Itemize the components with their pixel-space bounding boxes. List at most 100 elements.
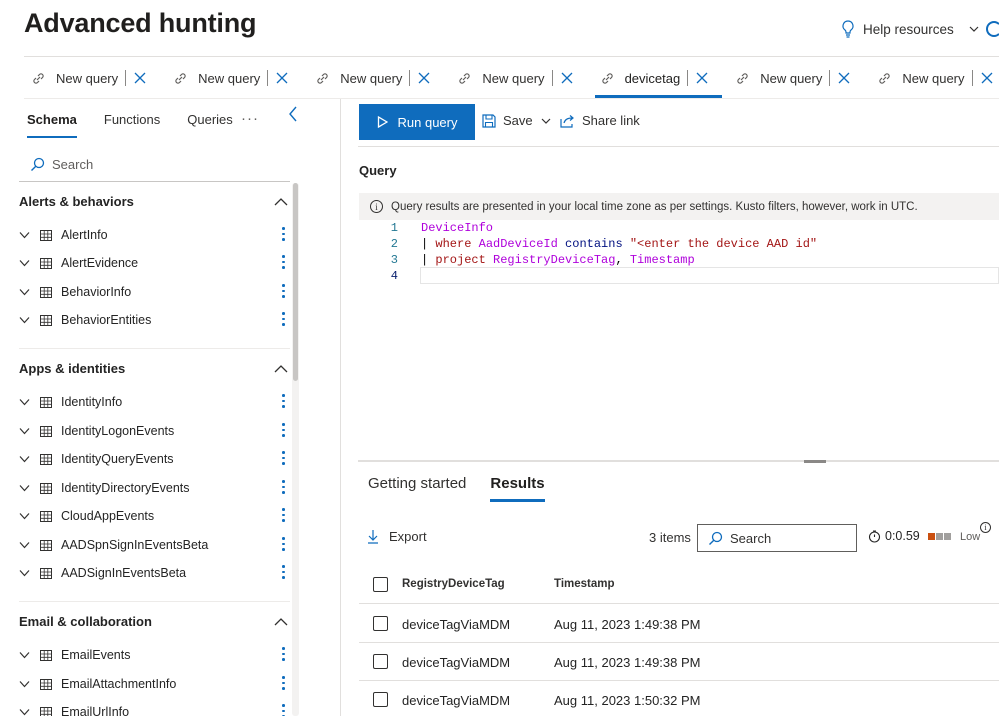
- chevron-down-icon[interactable]: [19, 316, 30, 324]
- more-vertical-icon[interactable]: [282, 537, 285, 552]
- row-checkbox[interactable]: [373, 692, 388, 707]
- close-icon[interactable]: [134, 72, 146, 84]
- more-vertical-icon[interactable]: [282, 255, 285, 270]
- more-vertical-icon[interactable]: [282, 704, 285, 716]
- more-vertical-icon[interactable]: [282, 394, 285, 409]
- query-tab[interactable]: New query: [308, 60, 450, 96]
- save-button[interactable]: Save: [482, 113, 552, 128]
- more-vertical-icon[interactable]: [282, 227, 285, 242]
- play-icon: [377, 116, 388, 128]
- more-vertical-icon[interactable]: [282, 451, 285, 466]
- info-icon[interactable]: i: [980, 522, 991, 533]
- chevron-left-icon[interactable]: [287, 106, 299, 122]
- chevron-down-icon[interactable]: [19, 680, 30, 688]
- line-number: 2: [390, 237, 398, 251]
- tab-functions[interactable]: Functions: [104, 112, 160, 136]
- code-token: project: [435, 253, 494, 267]
- scrollbar-thumb[interactable]: [293, 183, 298, 381]
- duration-value: 0:0.59: [885, 529, 920, 543]
- section-alerts-behaviors[interactable]: Alerts & behaviors: [19, 194, 288, 209]
- chevron-down-icon[interactable]: [19, 708, 30, 716]
- chevron-down-icon[interactable]: [19, 541, 30, 549]
- tab-results[interactable]: Results: [490, 475, 545, 502]
- results-search-input[interactable]: Search: [697, 524, 857, 552]
- chevron-down-icon[interactable]: [19, 398, 30, 406]
- close-icon[interactable]: [981, 72, 993, 84]
- chevron-down-icon[interactable]: [19, 259, 30, 267]
- more-vertical-icon[interactable]: [282, 423, 285, 438]
- table-name: AlertEvidence: [61, 256, 139, 270]
- schema-table-row[interactable]: CloudAppEvents: [19, 506, 285, 526]
- schema-table-row[interactable]: IdentityLogonEvents: [19, 421, 285, 441]
- query-tab[interactable]: New query: [450, 60, 592, 96]
- table-row[interactable]: deviceTagViaMDM Aug 11, 2023 1:49:38 PM: [359, 605, 999, 643]
- chevron-down-icon[interactable]: [19, 569, 30, 577]
- schema-table-row[interactable]: AlertInfo: [19, 225, 285, 245]
- column-header-timestamp[interactable]: Timestamp: [554, 578, 615, 590]
- chevron-down-icon[interactable]: [19, 455, 30, 463]
- more-vertical-icon[interactable]: [282, 565, 285, 580]
- fingerprint-icon[interactable]: [986, 21, 999, 37]
- query-tab[interactable]: New query: [24, 60, 166, 96]
- column-header-registrydevicetag[interactable]: RegistryDeviceTag: [402, 578, 505, 590]
- panel-divider[interactable]: [340, 99, 341, 716]
- more-vertical-icon[interactable]: [282, 312, 285, 327]
- close-icon[interactable]: [418, 72, 430, 84]
- section-email-collaboration[interactable]: Email & collaboration: [19, 614, 288, 629]
- table-icon: [40, 539, 52, 551]
- tab-getting-started[interactable]: Getting started: [368, 475, 466, 501]
- splitter-grip[interactable]: [804, 460, 826, 463]
- more-vertical-icon[interactable]: [282, 647, 285, 662]
- more-vertical-icon[interactable]: [282, 480, 285, 495]
- run-query-button[interactable]: Run query: [359, 104, 475, 140]
- schema-table-row[interactable]: BehaviorInfo: [19, 282, 285, 302]
- chevron-down-icon[interactable]: [19, 651, 30, 659]
- help-resources-label: Help resources: [863, 21, 954, 37]
- share-link-button[interactable]: Share link: [560, 113, 640, 128]
- cell-timestamp: Aug 11, 2023 1:49:38 PM: [554, 617, 701, 632]
- more-vertical-icon[interactable]: [282, 508, 285, 523]
- table-icon: [40, 257, 52, 269]
- section-apps-identities[interactable]: Apps & identities: [19, 361, 288, 376]
- close-icon[interactable]: [276, 72, 288, 84]
- more-vertical-icon[interactable]: [282, 284, 285, 299]
- query-tab-active[interactable]: devicetag: [593, 60, 729, 98]
- schema-table-row[interactable]: AADSignInEventsBeta: [19, 563, 285, 583]
- editor-results-splitter[interactable]: [358, 460, 999, 462]
- chevron-down-icon[interactable]: [19, 512, 30, 520]
- schema-table-row[interactable]: IdentityInfo: [19, 392, 285, 412]
- schema-table-row[interactable]: AlertEvidence: [19, 253, 285, 273]
- tab-queries[interactable]: Queries: [187, 112, 233, 136]
- close-icon[interactable]: [561, 72, 573, 84]
- chevron-down-icon[interactable]: [19, 288, 30, 296]
- run-query-label: Run query: [397, 114, 458, 130]
- row-checkbox[interactable]: [373, 654, 388, 669]
- export-button[interactable]: Export: [367, 529, 427, 544]
- query-tab[interactable]: New query: [166, 60, 308, 96]
- schema-table-row[interactable]: IdentityQueryEvents: [19, 449, 285, 469]
- schema-search-input[interactable]: Search: [30, 157, 93, 172]
- schema-table-row[interactable]: EmailEvents: [19, 645, 285, 665]
- table-row[interactable]: deviceTagViaMDM Aug 11, 2023 1:49:38 PM: [359, 643, 999, 681]
- select-all-checkbox[interactable]: [373, 577, 388, 592]
- schema-table-row[interactable]: IdentityDirectoryEvents: [19, 478, 285, 498]
- help-resources-button[interactable]: Help resources: [841, 20, 980, 38]
- tab-schema[interactable]: Schema: [27, 112, 77, 138]
- schema-table-row[interactable]: EmailAttachmentInfo: [19, 674, 285, 694]
- more-vertical-icon[interactable]: [282, 676, 285, 691]
- query-tab[interactable]: New query: [870, 60, 999, 96]
- chevron-down-icon[interactable]: [19, 484, 30, 492]
- table-row[interactable]: deviceTagViaMDM Aug 11, 2023 1:50:32 PM: [359, 681, 999, 716]
- query-editor[interactable]: 1 DeviceInfo 2 | where AadDeviceId conta…: [359, 220, 999, 460]
- query-tab[interactable]: New query: [728, 60, 870, 96]
- schema-table-row[interactable]: EmailUrlInfo: [19, 702, 285, 716]
- more-options-button[interactable]: ···: [241, 110, 259, 127]
- chevron-down-icon[interactable]: [19, 427, 30, 435]
- close-icon[interactable]: [838, 72, 850, 84]
- link-icon: [317, 72, 328, 84]
- close-icon[interactable]: [696, 72, 708, 84]
- row-checkbox[interactable]: [373, 616, 388, 631]
- schema-table-row[interactable]: BehaviorEntities: [19, 310, 285, 330]
- schema-table-row[interactable]: AADSpnSignInEventsBeta: [19, 535, 285, 555]
- chevron-down-icon[interactable]: [19, 231, 30, 239]
